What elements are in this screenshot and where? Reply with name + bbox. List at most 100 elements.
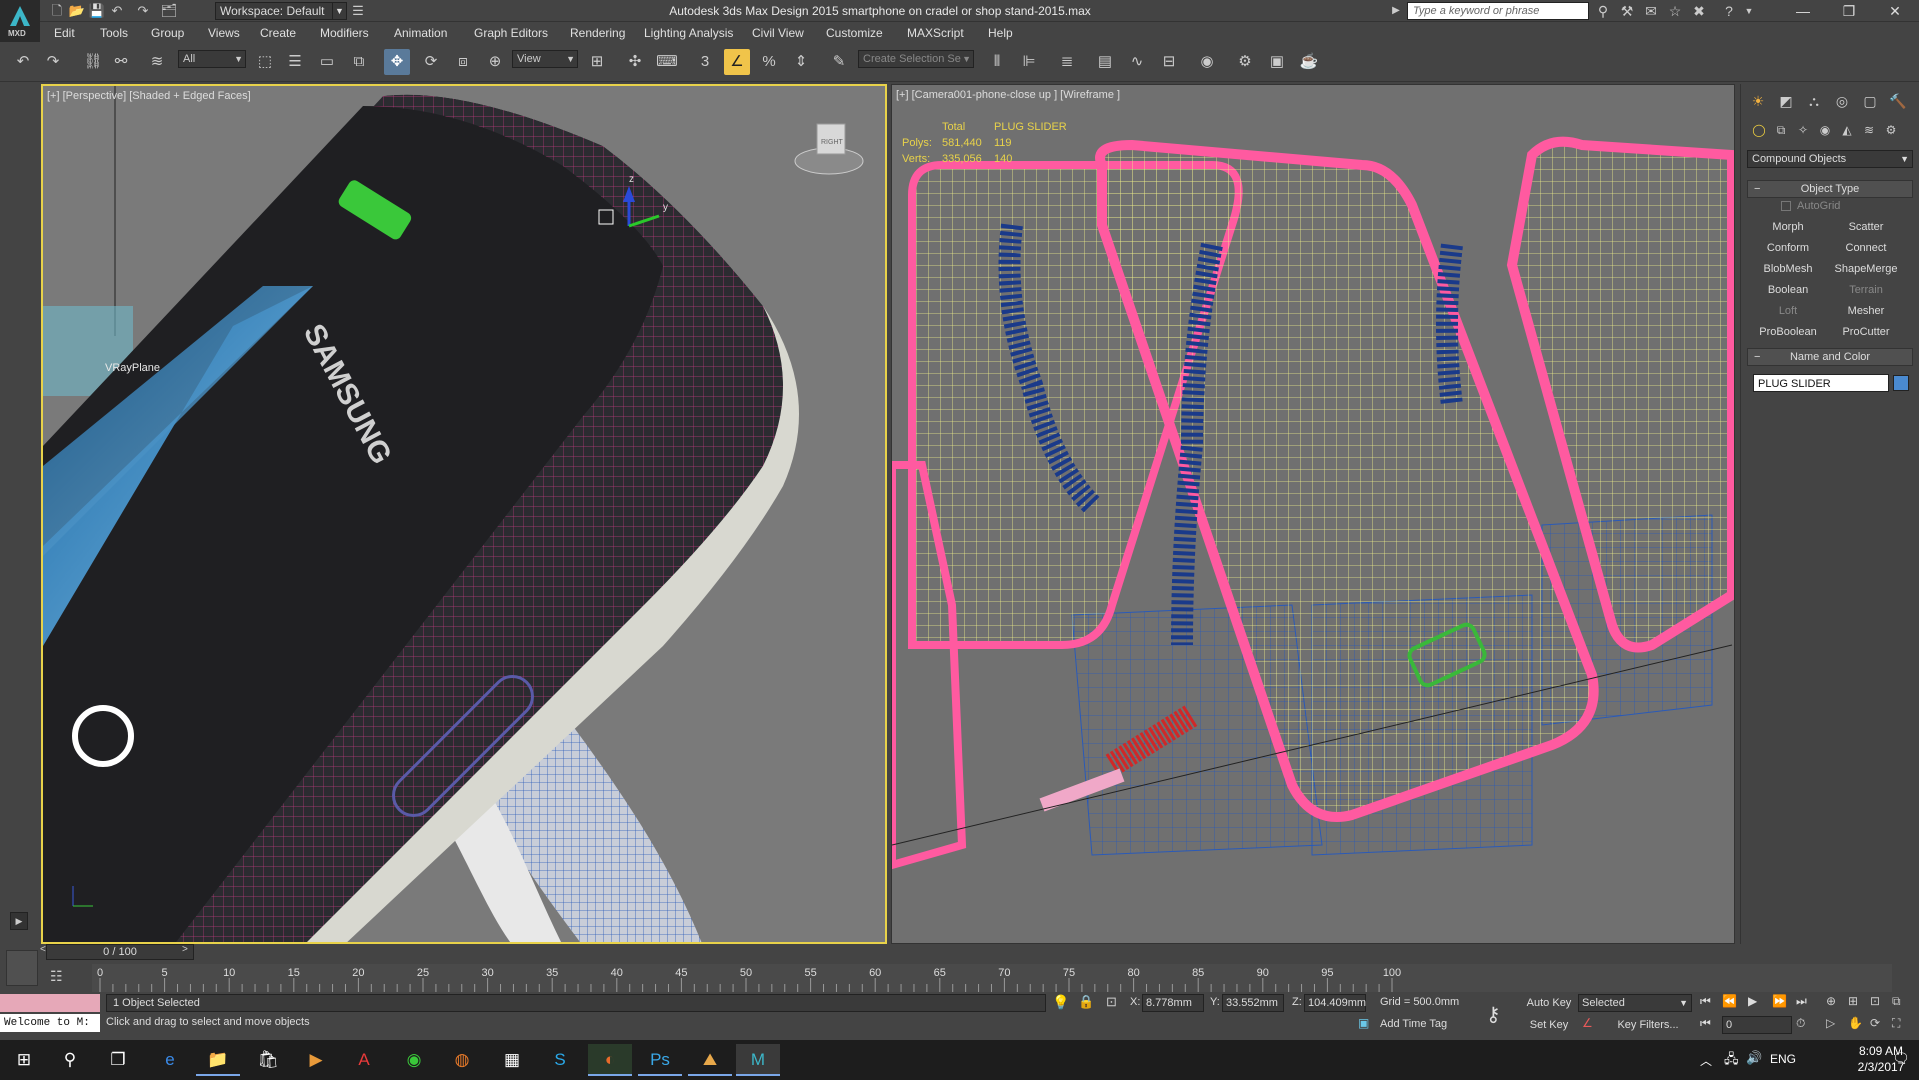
create-tab-icon[interactable]: ☀ [1747,90,1769,112]
search-icon[interactable]: ⚲ [48,1044,92,1076]
morph-button[interactable]: Morph [1751,218,1825,236]
3ds-max-icon[interactable]: M [736,1044,780,1076]
blobmesh-button[interactable]: BlobMesh [1751,260,1825,278]
play-icon[interactable]: ▶ [1748,994,1768,1008]
align-icon[interactable]: ⊫ [1016,49,1042,75]
volume-icon[interactable]: 🔊 [1746,1050,1762,1066]
previous-frame-icon[interactable]: ⏪ [1722,994,1742,1008]
cameras-icon[interactable]: ◉ [1815,120,1835,140]
autogrid-checkbox[interactable]: AutoGrid [1781,200,1901,212]
set-key-button[interactable]: Set Key [1524,1016,1574,1034]
store-icon[interactable]: 🛍 [246,1044,290,1076]
maximize-viewport-icon[interactable]: ⛶ [1892,1016,1912,1031]
schematic-view-icon[interactable]: ⊟ [1156,49,1182,75]
select-and-place-icon[interactable]: ⊕ [482,49,508,75]
pan-view-hand-icon[interactable]: ✋ [1848,1016,1868,1030]
next-frame-icon[interactable]: ⏩ [1772,994,1792,1008]
rectangular-selection-icon[interactable]: ▭ [314,49,340,75]
acrobat-icon[interactable]: A [342,1044,386,1076]
zoom-icon[interactable]: ⊕ [1826,994,1846,1008]
render-teapot-icon[interactable]: ☕ [1296,49,1322,75]
utilities-tab-icon[interactable]: 🔨 [1887,90,1909,112]
procutter-button[interactable]: ProCutter [1829,323,1903,341]
object-type-rollout[interactable]: − Object Type [1747,180,1913,198]
display-tab-icon[interactable]: ▢ [1859,90,1881,112]
bind-space-warp-icon[interactable]: ≋ [144,49,170,75]
viewport-label[interactable]: [+] [Perspective] [Shaded + Edged Faces] [47,90,251,102]
curve-editor-icon[interactable]: ∿ [1124,49,1150,75]
chevron-down-icon[interactable]: ▼ [1739,2,1759,20]
photos-icon[interactable]: ⛰ [688,1044,732,1076]
render-setup-icon[interactable]: ⚙ [1232,49,1258,75]
menu-views[interactable]: Views [208,26,240,40]
close-x-icon[interactable]: ✖ [1689,2,1709,20]
time-slider[interactable]: 0 / 100 [46,944,194,960]
undo-icon[interactable]: ↶ [10,49,36,75]
object-category-dropdown[interactable]: Compound Objects ▼ [1747,150,1913,168]
menu-create[interactable]: Create [260,26,296,40]
app-logo[interactable]: MXD [0,0,40,42]
y-coordinate-field[interactable]: 33.552mm [1222,994,1284,1012]
boolean-button[interactable]: Boolean [1751,281,1825,299]
maxscript-mini-listener[interactable]: Welcome to M: [0,1014,100,1032]
select-and-rotate-icon[interactable]: ⟳ [418,49,444,75]
favorites-star-icon[interactable]: ☆ [1665,2,1685,20]
field-of-view-icon[interactable]: ▷ [1826,1016,1846,1030]
chevron-right-icon[interactable]: ▶ [1386,2,1406,20]
edit-named-selection-icon[interactable]: ✎ [826,49,852,75]
key-mode-dropdown[interactable]: Selected ▼ [1578,994,1692,1012]
communication-icon[interactable]: ✉ [1641,2,1661,20]
windows-start-icon[interactable]: ⊞ [2,1044,46,1076]
select-and-move-icon[interactable]: ✥ [384,49,410,75]
select-by-name-icon[interactable]: ☰ [282,49,308,75]
default-in-out-tangent-icon[interactable]: ∠ [1582,1016,1598,1032]
set-key-mode-key-icon[interactable]: ⚷ [1486,1002,1514,1026]
go-to-end-icon[interactable]: ⏭ [1796,994,1816,1009]
mirror-icon[interactable]: ⫴ [984,49,1010,75]
orbit-icon[interactable]: ⟳ [1870,1016,1890,1030]
menu-help[interactable]: Help [988,26,1013,40]
select-manipulate-icon[interactable]: ✣ [622,49,648,75]
pivot-center-icon[interactable]: ⊞ [584,49,610,75]
selection-filter-dropdown[interactable]: All ▼ [178,50,246,68]
select-and-scale-icon[interactable]: ⧈ [450,49,476,75]
skype-icon[interactable]: S [538,1044,582,1076]
isolate-selection-icon[interactable]: 💡 [1052,994,1070,1012]
tray-chevron-icon[interactable]: ︿ [1700,1052,1712,1069]
connect-button[interactable]: Connect [1829,239,1903,257]
geometry-icon[interactable]: ◯ [1749,120,1769,140]
redo-icon[interactable]: ↷ [134,2,152,20]
time-tag-icon[interactable]: ▣ [1358,1016,1374,1032]
spinner-snap-icon[interactable]: ⇕ [788,49,814,75]
proboolean-button[interactable]: ProBoolean [1751,323,1825,341]
menu-maxscript[interactable]: MAXScript [907,26,964,40]
menu-group[interactable]: Group [151,26,184,40]
menu-rendering[interactable]: Rendering [570,26,625,40]
task-view-icon[interactable]: ❐ [96,1044,140,1076]
motion-tab-icon[interactable]: ◎ [1831,90,1853,112]
maxscript-listener-output[interactable] [0,994,100,1012]
time-configuration-icon[interactable]: ⏱ [1796,1016,1816,1031]
shapes-icon[interactable]: ⧉ [1771,120,1791,140]
media-app-icon[interactable]: ◐ [588,1044,632,1076]
project-folder-icon[interactable]: 🗂 [160,2,178,20]
snaps-toggle-icon[interactable]: 3 [692,49,718,75]
photoshop-icon[interactable]: Ps [638,1044,682,1076]
redo-icon[interactable]: ↷ [40,49,66,75]
key-filters-button[interactable]: Key Filters... [1612,1016,1684,1034]
menu-tools[interactable]: Tools [100,26,128,40]
go-to-start-icon[interactable]: ⏮ [1700,994,1720,1009]
space-warps-icon[interactable]: ≋ [1859,120,1879,140]
helpers-icon[interactable]: ◭ [1837,120,1857,140]
window-crossing-icon[interactable]: ⧉ [346,49,372,75]
menu-animation[interactable]: Animation [394,26,447,40]
undo-icon[interactable]: ↶ [108,2,126,20]
mesher-button[interactable]: Mesher [1829,302,1903,320]
track-bar-icon[interactable]: ☷ [50,968,70,988]
close-button[interactable]: ✕ [1872,0,1918,22]
select-and-link-icon[interactable]: ⛓ [80,49,106,75]
absolute-mode-icon[interactable]: ⊡ [1106,994,1124,1012]
network-icon[interactable]: 🖧 [1724,1050,1739,1072]
menu-customize[interactable]: Customize [826,26,883,40]
binoculars-icon[interactable]: ⚲ [1593,2,1613,20]
